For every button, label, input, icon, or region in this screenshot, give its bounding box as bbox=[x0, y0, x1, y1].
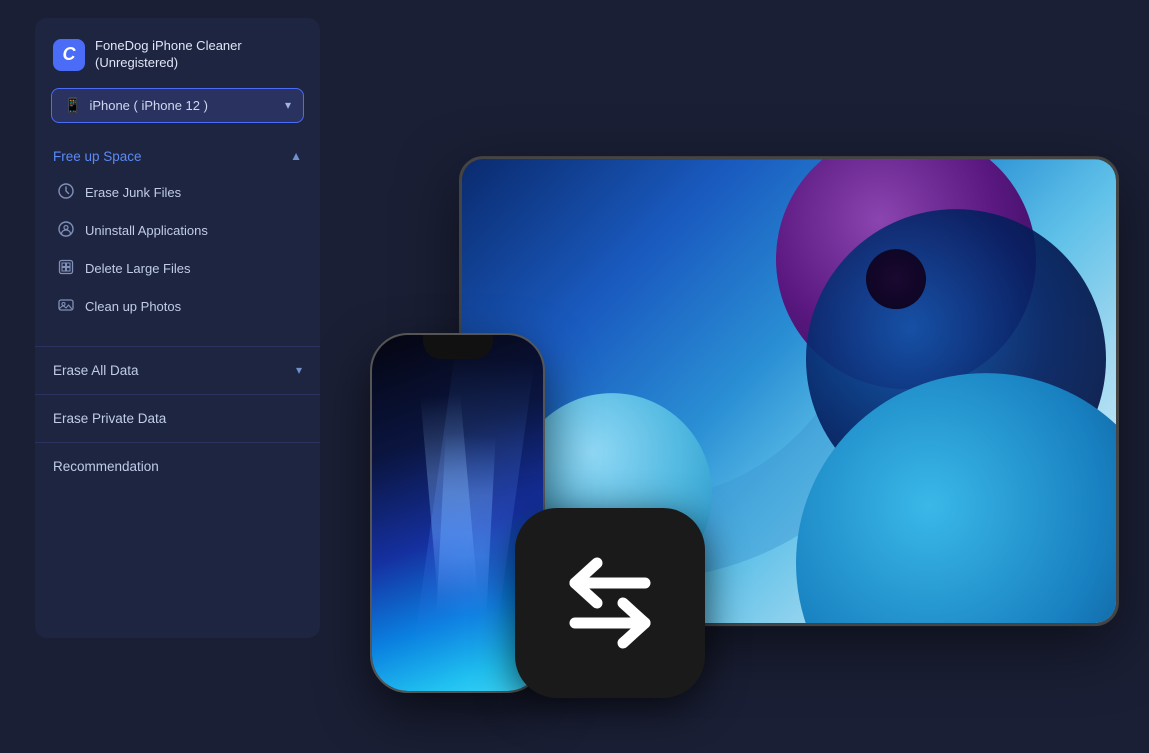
iphone-notch bbox=[423, 335, 493, 359]
clean-photos-icon bbox=[57, 297, 75, 317]
iphone-light-beam-3 bbox=[436, 434, 495, 616]
sidebar-item-delete-large[interactable]: Delete Large Files bbox=[35, 250, 320, 288]
erase-private-section[interactable]: Erase Private Data bbox=[35, 399, 320, 438]
free-up-space-items: Erase Junk Files Uninstall Applications bbox=[35, 174, 320, 334]
sidebar-item-uninstall-apps[interactable]: Uninstall Applications bbox=[35, 212, 320, 250]
transfer-arrows-icon bbox=[545, 553, 675, 653]
app-container: C FoneDog iPhone Cleaner (Unregistered) … bbox=[0, 0, 1149, 753]
sidebar-header: C FoneDog iPhone Cleaner (Unregistered) bbox=[35, 18, 320, 88]
erase-junk-label: Erase Junk Files bbox=[85, 185, 181, 200]
sidebar-item-clean-photos[interactable]: Clean up Photos bbox=[35, 288, 320, 326]
sidebar: C FoneDog iPhone Cleaner (Unregistered) … bbox=[35, 18, 320, 638]
section-chevron-up-icon: ▲ bbox=[290, 149, 302, 163]
delete-large-icon bbox=[57, 259, 75, 279]
erase-all-label: Erase All Data bbox=[53, 363, 139, 378]
divider-3 bbox=[35, 442, 320, 443]
device-name: iPhone ( iPhone 12 ) bbox=[89, 98, 208, 113]
free-up-space-label: Free up Space bbox=[53, 149, 142, 164]
device-selector[interactable]: 📱 iPhone ( iPhone 12 ) ▾ bbox=[51, 88, 304, 123]
ipad-circle-hole bbox=[866, 249, 926, 309]
sidebar-item-erase-junk[interactable]: Erase Junk Files bbox=[35, 174, 320, 212]
uninstall-apps-icon bbox=[57, 221, 75, 241]
recommendation-label: Recommendation bbox=[53, 459, 159, 474]
erase-private-label: Erase Private Data bbox=[53, 411, 166, 426]
hero-area bbox=[320, 0, 1149, 753]
app-title: FoneDog iPhone Cleaner (Unregistered) bbox=[95, 38, 242, 72]
chevron-down-icon: ▾ bbox=[285, 98, 291, 112]
erase-all-section[interactable]: Erase All Data ▾ bbox=[35, 351, 320, 390]
device-selector-left: 📱 iPhone ( iPhone 12 ) bbox=[64, 97, 208, 114]
divider-1 bbox=[35, 346, 320, 347]
phone-icon: 📱 bbox=[64, 97, 81, 114]
delete-large-label: Delete Large Files bbox=[85, 261, 191, 276]
free-up-space-section: Free up Space ▲ Erase Junk Files bbox=[35, 139, 320, 342]
app-logo: C bbox=[53, 39, 85, 71]
recommendation-section[interactable]: Recommendation bbox=[35, 447, 320, 486]
divider-2 bbox=[35, 394, 320, 395]
transfer-icon-container bbox=[515, 508, 705, 698]
erase-all-chevron-icon: ▾ bbox=[296, 363, 302, 377]
uninstall-apps-label: Uninstall Applications bbox=[85, 223, 208, 238]
clean-photos-label: Clean up Photos bbox=[85, 299, 181, 314]
free-up-space-header[interactable]: Free up Space ▲ bbox=[35, 139, 320, 174]
erase-junk-icon bbox=[57, 183, 75, 203]
